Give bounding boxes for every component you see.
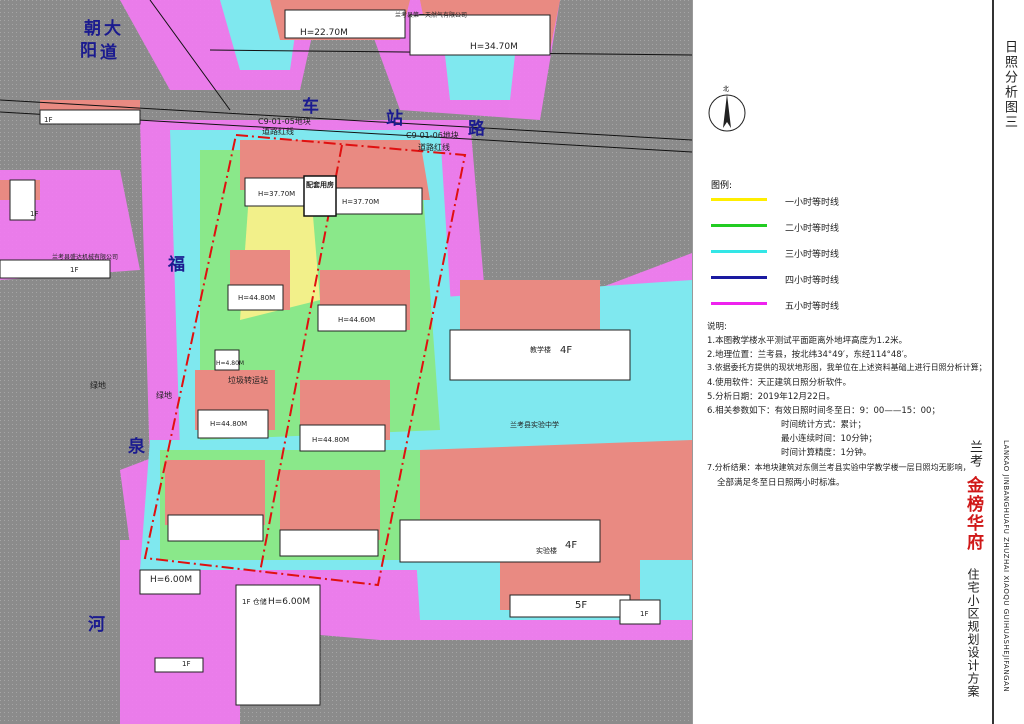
road-label-fuquan-1: 福 xyxy=(168,255,185,275)
note-7b: 全部满足冬至日日照两小时标准。 xyxy=(717,478,845,488)
height-6-b: H=6.00M xyxy=(268,597,311,607)
greenland-label-1: 绿地 xyxy=(90,381,106,390)
legend-swatch-1 xyxy=(711,197,767,201)
height-44-d: H=44.80M xyxy=(312,436,350,444)
north-label: 北 xyxy=(723,86,730,93)
sunlight-analysis-map: 朝 大 阳 道 车 站 路 福 泉 河 C9-01-05地块 道路红线 C9-0… xyxy=(0,0,692,724)
floor-1f-b: 1F xyxy=(30,210,39,218)
note-1: 1.本图教学楼水平测试平面距离外地坪高度为1.2米。 xyxy=(707,336,908,346)
project-pinyin: LANKAO JINBANGHUAFU ZHUZHAI XIAOQU GUIHU… xyxy=(1002,440,1010,693)
legend-item-3 xyxy=(711,244,767,258)
height-37-b: H=37.70M xyxy=(342,198,380,206)
legend-panel: 北 图例: 一小时等时线 二小时等时线 三小时等时线 四小时等时线 五小时等时线… xyxy=(692,0,993,724)
legend-item-4 xyxy=(711,270,767,284)
legend-swatch-3 xyxy=(711,249,767,253)
road-label-chezhan-1: 车 xyxy=(302,97,319,117)
title-strip: 日照分析图三 LANKAO JINBANGHUAFU ZHUZHAI XIAOQ… xyxy=(992,0,1024,724)
legend-label-5: 五小时等时线 xyxy=(785,302,840,312)
teaching-building-label: 教学楼 xyxy=(530,346,551,354)
floor-1f-a: 1F xyxy=(44,116,53,124)
height-small: H=4.80M xyxy=(216,360,245,367)
legend-label-3: 三小时等时线 xyxy=(785,250,840,260)
floor-4f-a: 4F xyxy=(560,345,573,356)
floor-1f-d: 1F xyxy=(182,660,191,668)
drawing-title: 日照分析图三 xyxy=(1002,40,1017,130)
height-37-a: H=37.70M xyxy=(258,190,296,198)
road-label-chaoyang-4: 道 xyxy=(100,43,117,63)
legend-label-4: 四小时等时线 xyxy=(785,276,840,286)
road-label-fuquan-2: 泉 xyxy=(128,437,145,457)
top-company-label: 兰考县第一天然气有限公司 xyxy=(395,12,468,19)
floor-5f: 5F xyxy=(575,600,588,611)
floor-1f-e: 1F xyxy=(640,610,649,618)
floor-4f-b: 4F xyxy=(565,540,578,551)
legend-item-1 xyxy=(711,192,767,206)
project-suffix: 住宅小区规划设计方案 xyxy=(966,568,980,698)
floor-1f-c: 1F xyxy=(70,266,79,274)
height-44-b: H=44.60M xyxy=(338,316,376,324)
legend-label-2: 二小时等时线 xyxy=(785,224,840,234)
height-6-a: H=6.00M xyxy=(150,575,193,585)
height-44-c: H=44.80M xyxy=(210,420,248,428)
lab-building-label: 实验楼 xyxy=(536,547,557,555)
parcel-a-redline: 道路红线 xyxy=(262,127,294,136)
left-company-label: 兰考县盛达机械有限公司 xyxy=(52,254,119,261)
road-label-chezhan-3: 路 xyxy=(468,119,485,139)
north-arrow-icon xyxy=(708,94,746,132)
store-label: 1F 仓储 xyxy=(242,598,267,606)
height-22: H=22.70M xyxy=(300,28,348,38)
note-3: 3.依据委托方提供的现状地形图，我单位在上述资料基础上进行日照分析计算； xyxy=(707,363,987,372)
note-6c: 时间计算精度：1分钟。 xyxy=(781,448,872,458)
road-label-chezhan-2: 站 xyxy=(386,109,403,129)
legend-swatch-4 xyxy=(711,275,767,279)
legend-label-1: 一小时等时线 xyxy=(785,198,840,208)
road-label-fuquan-3: 河 xyxy=(88,615,105,635)
note-6: 6.相关参数如下：有效日照时间冬至日：9：00——15：00； xyxy=(707,406,940,416)
legend-swatch-2 xyxy=(711,223,767,227)
legend-swatch-5 xyxy=(711,301,767,305)
legend-heading: 图例: xyxy=(711,181,733,191)
project-name: 金榜华府 xyxy=(963,476,983,552)
greenland-label-2: 绿地 xyxy=(156,391,172,400)
refuse-station-label: 垃圾转运站 xyxy=(228,376,268,385)
parcel-b-redline: 道路红线 xyxy=(418,143,450,152)
road-label-chaoyang-2: 大 xyxy=(104,19,121,39)
height-44-a: H=44.80M xyxy=(238,294,276,302)
height-34: H=34.70M xyxy=(470,42,518,52)
note-6b: 最小连续时间：10分钟； xyxy=(781,434,877,444)
note-2: 2.地理位置：兰考县，按北纬34°49′，东经114°48′。 xyxy=(707,350,913,360)
road-label-chaoyang-3: 阳 xyxy=(80,41,97,61)
legend-item-5 xyxy=(711,296,767,310)
parcel-b-label: C9-01-06地块 xyxy=(406,131,459,140)
note-7: 7.分析结果：本地块建筑对东侧兰考县实验中学教学楼一层日照均无影响， xyxy=(707,463,971,472)
school-label: 兰考县实验中学 xyxy=(510,421,559,429)
distribution-room-label: 配套用房 xyxy=(306,181,334,189)
note-6a: 时间统计方式：累计； xyxy=(781,420,867,430)
note-5: 5.分析日期：2019年12月22日。 xyxy=(707,392,835,402)
note-4: 4.使用软件：天正建筑日照分析软件。 xyxy=(707,378,852,388)
notes-heading: 说明: xyxy=(707,322,727,332)
project-prefix: 兰考 xyxy=(967,440,982,468)
legend-item-2 xyxy=(711,218,767,232)
